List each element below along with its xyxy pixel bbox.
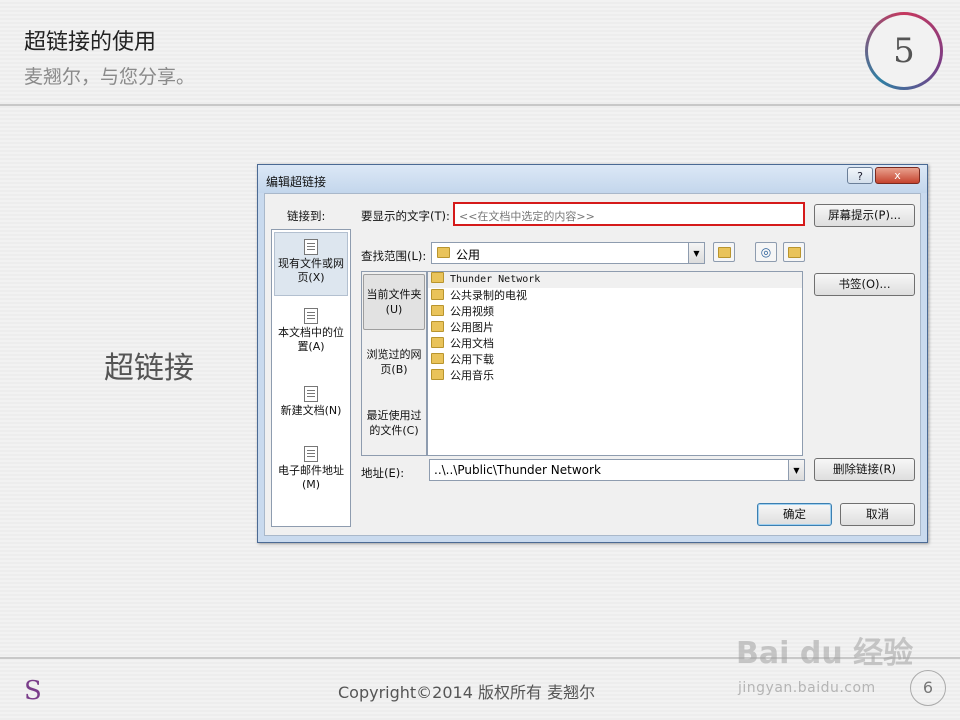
look-in-value: 公用 (456, 248, 481, 262)
footer-logo: S (24, 676, 42, 706)
up-folder-button[interactable] (713, 242, 735, 262)
web-page-icon (304, 239, 318, 255)
up-folder-icon (717, 246, 731, 258)
address-label: 地址(E): (361, 466, 405, 480)
slide-subtitle: 麦翘尔，与您分享。 (24, 66, 196, 88)
link-to-existing-file-label: 现有文件或网页(X) (278, 257, 344, 284)
baidu-watermark: Bai du 经验 (736, 636, 914, 671)
link-to-label: 链接到: (287, 209, 326, 223)
folder-icon (431, 289, 444, 300)
bookmark-button[interactable]: 书签(O)... (814, 273, 915, 296)
current-folder-label: 当前文件夹(U) (366, 288, 422, 316)
slide-title: 超链接的使用 (24, 30, 157, 55)
file-item-label: 公用图片 (450, 321, 494, 334)
new-document-icon (304, 386, 318, 402)
link-to-new-document-label: 新建文档(N) (280, 404, 342, 417)
browse-file-icon (787, 246, 801, 258)
link-to-email[interactable]: 电子邮件地址(M) (274, 446, 348, 492)
display-text-value: <<在文档中选定的内容>> (459, 210, 595, 223)
link-to-place-label: 本文档中的位置(A) (278, 326, 344, 353)
display-text-label: 要显示的文字(T): (361, 209, 450, 223)
help-button[interactable]: ? (847, 167, 873, 184)
browse-web-button[interactable]: ◎ (755, 242, 777, 262)
link-to-existing-file[interactable]: 现有文件或网页(X) (274, 232, 348, 296)
edit-hyperlink-dialog: 编辑超链接 ? x 链接到: 现有文件或网页(X) 本文档中的位置(A) 新建文… (257, 164, 928, 543)
file-item-label: Thunder Network (450, 274, 541, 285)
address-value: ..\..\Public\Thunder Network (434, 463, 601, 477)
dialog-title: 编辑超链接 (266, 175, 327, 189)
file-item[interactable]: 公用文档 (428, 336, 802, 352)
side-label: 超链接 (104, 351, 194, 386)
look-in-panel: 当前文件夹(U) 浏览过的网页(B) 最近使用过的文件(C) (361, 271, 427, 456)
link-to-email-label: 电子邮件地址(M) (278, 464, 344, 491)
folder-icon (431, 272, 444, 283)
display-text-input[interactable]: <<在文档中选定的内容>> (453, 202, 805, 226)
file-item[interactable]: 公用下载 (428, 352, 802, 368)
file-item[interactable]: Thunder Network (428, 272, 802, 288)
cancel-button[interactable]: 取消 (840, 503, 915, 526)
dialog-titlebar[interactable]: 编辑超链接 ? x (258, 165, 927, 193)
remove-link-button[interactable]: 删除链接(R) (814, 458, 915, 481)
folder-icon (431, 321, 444, 332)
folder-icon (437, 247, 450, 258)
document-place-icon (304, 308, 318, 324)
file-item[interactable]: 公用音乐 (428, 368, 802, 384)
screentip-button[interactable]: 屏幕提示(P)... (814, 204, 915, 227)
folder-icon (431, 353, 444, 364)
browse-file-button[interactable] (783, 242, 805, 262)
baidu-watermark-url: jingyan.baidu.com (738, 680, 876, 696)
look-in-label: 查找范围(L): (361, 249, 427, 263)
copyright-text: Copyright©2014 版权所有 麦翘尔 (338, 683, 596, 702)
file-item-label: 公用下载 (450, 353, 494, 366)
browsed-pages-tab[interactable]: 浏览过的网页(B) (363, 347, 425, 377)
file-item-label: 公用文档 (450, 337, 494, 350)
file-item[interactable]: 公用视频 (428, 304, 802, 320)
chevron-down-icon[interactable]: ▼ (788, 460, 804, 480)
file-item-label: 公用视频 (450, 305, 494, 318)
look-in-dropdown[interactable]: 公用 ▼ (431, 242, 705, 264)
folder-icon (431, 305, 444, 316)
ok-button[interactable]: 确定 (757, 503, 832, 526)
close-button[interactable]: x (875, 167, 920, 184)
recent-files-tab[interactable]: 最近使用过的文件(C) (363, 408, 425, 438)
page-badge-number: 5 (868, 15, 940, 87)
file-item-label: 公共录制的电视 (450, 289, 527, 302)
address-combobox[interactable]: ..\..\Public\Thunder Network ▼ (429, 459, 805, 481)
file-item-label: 公用音乐 (450, 369, 494, 382)
page-badge: 5 (865, 12, 943, 90)
email-icon (304, 446, 318, 462)
link-to-place-in-document[interactable]: 本文档中的位置(A) (274, 308, 348, 354)
chevron-down-icon[interactable]: ▼ (688, 243, 704, 263)
current-folder-tab[interactable]: 当前文件夹(U) (363, 274, 425, 330)
browse-web-icon: ◎ (760, 245, 772, 259)
header-divider (0, 104, 960, 106)
link-to-new-document[interactable]: 新建文档(N) (274, 386, 348, 418)
file-list[interactable]: Thunder Network 公共录制的电视 公用视频 公用图片 公用文档 公… (427, 271, 803, 456)
folder-icon (431, 369, 444, 380)
link-to-panel: 现有文件或网页(X) 本文档中的位置(A) 新建文档(N) 电子邮件地址(M) (271, 229, 351, 527)
dialog-body: 链接到: 现有文件或网页(X) 本文档中的位置(A) 新建文档(N) 电子邮件地… (264, 193, 921, 536)
page-number: 6 (910, 670, 946, 706)
recent-files-label: 最近使用过的文件(C) (366, 409, 422, 437)
file-item[interactable]: 公共录制的电视 (428, 288, 802, 304)
folder-icon (431, 337, 444, 348)
browsed-pages-label: 浏览过的网页(B) (366, 348, 422, 376)
file-item[interactable]: 公用图片 (428, 320, 802, 336)
